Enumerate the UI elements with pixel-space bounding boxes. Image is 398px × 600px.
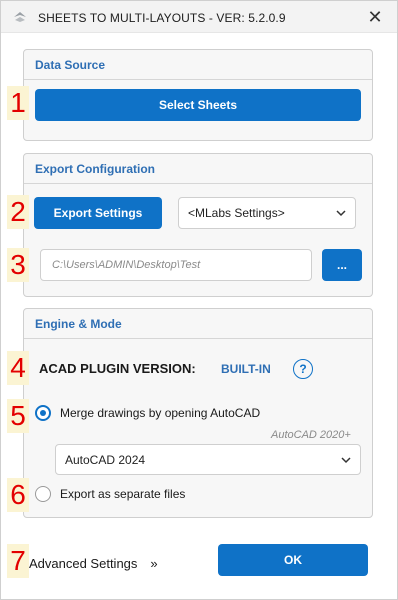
ok-button[interactable]: OK bbox=[218, 544, 368, 576]
export-path-value: C:\Users\ADMIN\Desktop\Test bbox=[52, 259, 201, 271]
autocad-version-value: AutoCAD 2024 bbox=[65, 452, 146, 467]
autocad-version-dropdown[interactable]: AutoCAD 2024 bbox=[55, 444, 361, 475]
separate-files-label[interactable]: Export as separate files bbox=[60, 487, 185, 501]
export-settings-button[interactable]: Export Settings bbox=[34, 197, 162, 229]
dialog-window: SHEETS TO MULTI-LAYOUTS - VER: 5.2.0.9 ✕… bbox=[0, 0, 398, 600]
window-title: SHEETS TO MULTI-LAYOUTS - VER: 5.2.0.9 bbox=[38, 11, 286, 25]
settings-dropdown[interactable]: <MLabs Settings> bbox=[178, 197, 356, 229]
merge-radio-label[interactable]: Merge drawings by opening AutoCAD bbox=[60, 406, 260, 420]
step-number-7: 7 bbox=[7, 544, 29, 578]
autocad-version-hint: AutoCAD 2020+ bbox=[271, 429, 351, 441]
help-icon: ? bbox=[299, 362, 307, 376]
settings-dropdown-value: <MLabs Settings> bbox=[188, 206, 285, 220]
separate-files-radio[interactable] bbox=[35, 486, 51, 502]
step-number-2: 2 bbox=[7, 195, 29, 229]
title-bar: SHEETS TO MULTI-LAYOUTS - VER: 5.2.0.9 ✕ bbox=[1, 1, 397, 33]
chevron-down-icon bbox=[341, 456, 351, 463]
close-icon: ✕ bbox=[367, 6, 383, 27]
engine-mode-heading: Engine & Mode bbox=[24, 309, 372, 339]
double-chevron-right-icon: » bbox=[150, 555, 158, 571]
plugin-version-label: ACAD PLUGIN VERSION: bbox=[39, 361, 196, 376]
app-logo-icon bbox=[14, 12, 26, 22]
select-sheets-button[interactable]: Select Sheets bbox=[35, 89, 361, 121]
export-config-heading: Export Configuration bbox=[24, 154, 372, 184]
close-button[interactable]: ✕ bbox=[361, 5, 389, 29]
step-number-1: 1 bbox=[7, 86, 29, 120]
data-source-heading: Data Source bbox=[24, 50, 372, 80]
advanced-settings-label: Advanced Settings bbox=[29, 555, 138, 571]
step-number-3: 3 bbox=[7, 248, 29, 282]
merge-radio[interactable] bbox=[35, 405, 51, 421]
help-button[interactable]: ? bbox=[293, 359, 313, 379]
plugin-version-value: BUILT-IN bbox=[221, 362, 271, 376]
export-path-input[interactable]: C:\Users\ADMIN\Desktop\Test bbox=[40, 249, 312, 281]
chevron-down-icon bbox=[336, 210, 346, 217]
step-number-5: 5 bbox=[7, 399, 29, 433]
advanced-settings-link[interactable]: Advanced Settings » bbox=[29, 554, 158, 572]
browse-button[interactable]: ... bbox=[322, 249, 362, 281]
step-number-6: 6 bbox=[7, 478, 29, 512]
step-number-4: 4 bbox=[7, 351, 29, 385]
